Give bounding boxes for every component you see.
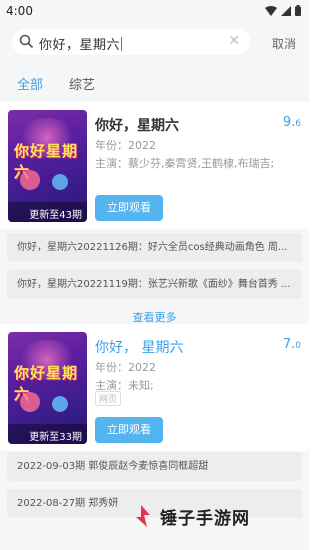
result-card[interactable]: 你好星期六 更新至33期 你好， 星期六 7.0 年份：2022 主演：未知; … <box>0 324 309 451</box>
watermark: 锤子手游网 <box>128 503 250 529</box>
tab-all[interactable]: 全部 <box>17 74 43 93</box>
search-input[interactable]: 你好，星期六 ✕ <box>12 29 250 55</box>
search-row: 你好，星期六 ✕ 取消 <box>0 24 309 62</box>
result-title[interactable]: 你好， 星期六 <box>95 337 183 357</box>
poster-decoration <box>52 174 68 190</box>
result-card[interactable]: 你好星期六 更新至43期 你好，星期六 9.6 年份：2022 主演：蔡少芬,秦… <box>0 102 309 229</box>
wifi-icon <box>265 5 277 16</box>
source-tag: 网页 <box>95 391 122 406</box>
view-more-link[interactable]: 查看更多 <box>0 309 309 325</box>
tab-variety[interactable]: 综艺 <box>69 74 95 93</box>
status-bar: 4:00 <box>0 0 309 24</box>
result-score: 7.0 <box>282 337 301 352</box>
poster-update-label: 更新至33期 <box>8 424 87 444</box>
clear-icon[interactable]: ✕ <box>228 33 240 49</box>
poster-decoration <box>20 392 40 412</box>
search-query[interactable]: 你好，星期六 <box>39 34 123 53</box>
poster-decoration <box>20 170 40 190</box>
result-year: 年份：2022 <box>95 139 156 152</box>
poster-image[interactable]: 你好星期六 更新至43期 <box>8 110 87 222</box>
watch-now-button[interactable]: 立即观看 <box>95 417 163 443</box>
watermark-text: 锤子手游网 <box>160 508 250 529</box>
poster-image[interactable]: 你好星期六 更新至33期 <box>8 332 87 444</box>
episode-item[interactable]: 你好，星期六20221119期：张艺兴新歌《面纱》舞台首秀 ... <box>7 270 302 299</box>
status-icons <box>265 5 301 16</box>
cancel-button[interactable]: 取消 <box>272 35 296 52</box>
poster-update-label: 更新至43期 <box>8 202 87 222</box>
signal-icon <box>281 5 291 16</box>
poster-decoration <box>52 396 68 412</box>
status-time: 4:00 <box>6 4 33 18</box>
result-cast: 主演：未知; <box>95 379 154 392</box>
episode-item[interactable]: 2022-09-03期 郭俊辰赵今麦惊喜同框超甜 <box>7 452 302 481</box>
results-list: 你好星期六 更新至43期 你好，星期六 9.6 年份：2022 主演：蔡少芬,秦… <box>0 102 309 550</box>
watch-now-button[interactable]: 立即观看 <box>95 195 163 221</box>
result-cast: 主演：蔡少芬,秦霄贤,王鹤棣,布瑞吉; <box>95 157 275 170</box>
result-score: 9.6 <box>282 115 301 130</box>
result-title[interactable]: 你好，星期六 <box>95 115 179 135</box>
watermark-logo-icon <box>136 505 150 527</box>
episode-item[interactable]: 你好，星期六20221126期：好六全员cos经典动画角色 周... <box>7 233 302 262</box>
category-tabs: 全部 综艺 <box>0 62 309 102</box>
result-year: 年份：2022 <box>95 361 156 374</box>
battery-icon <box>295 5 301 16</box>
search-icon <box>19 34 33 48</box>
